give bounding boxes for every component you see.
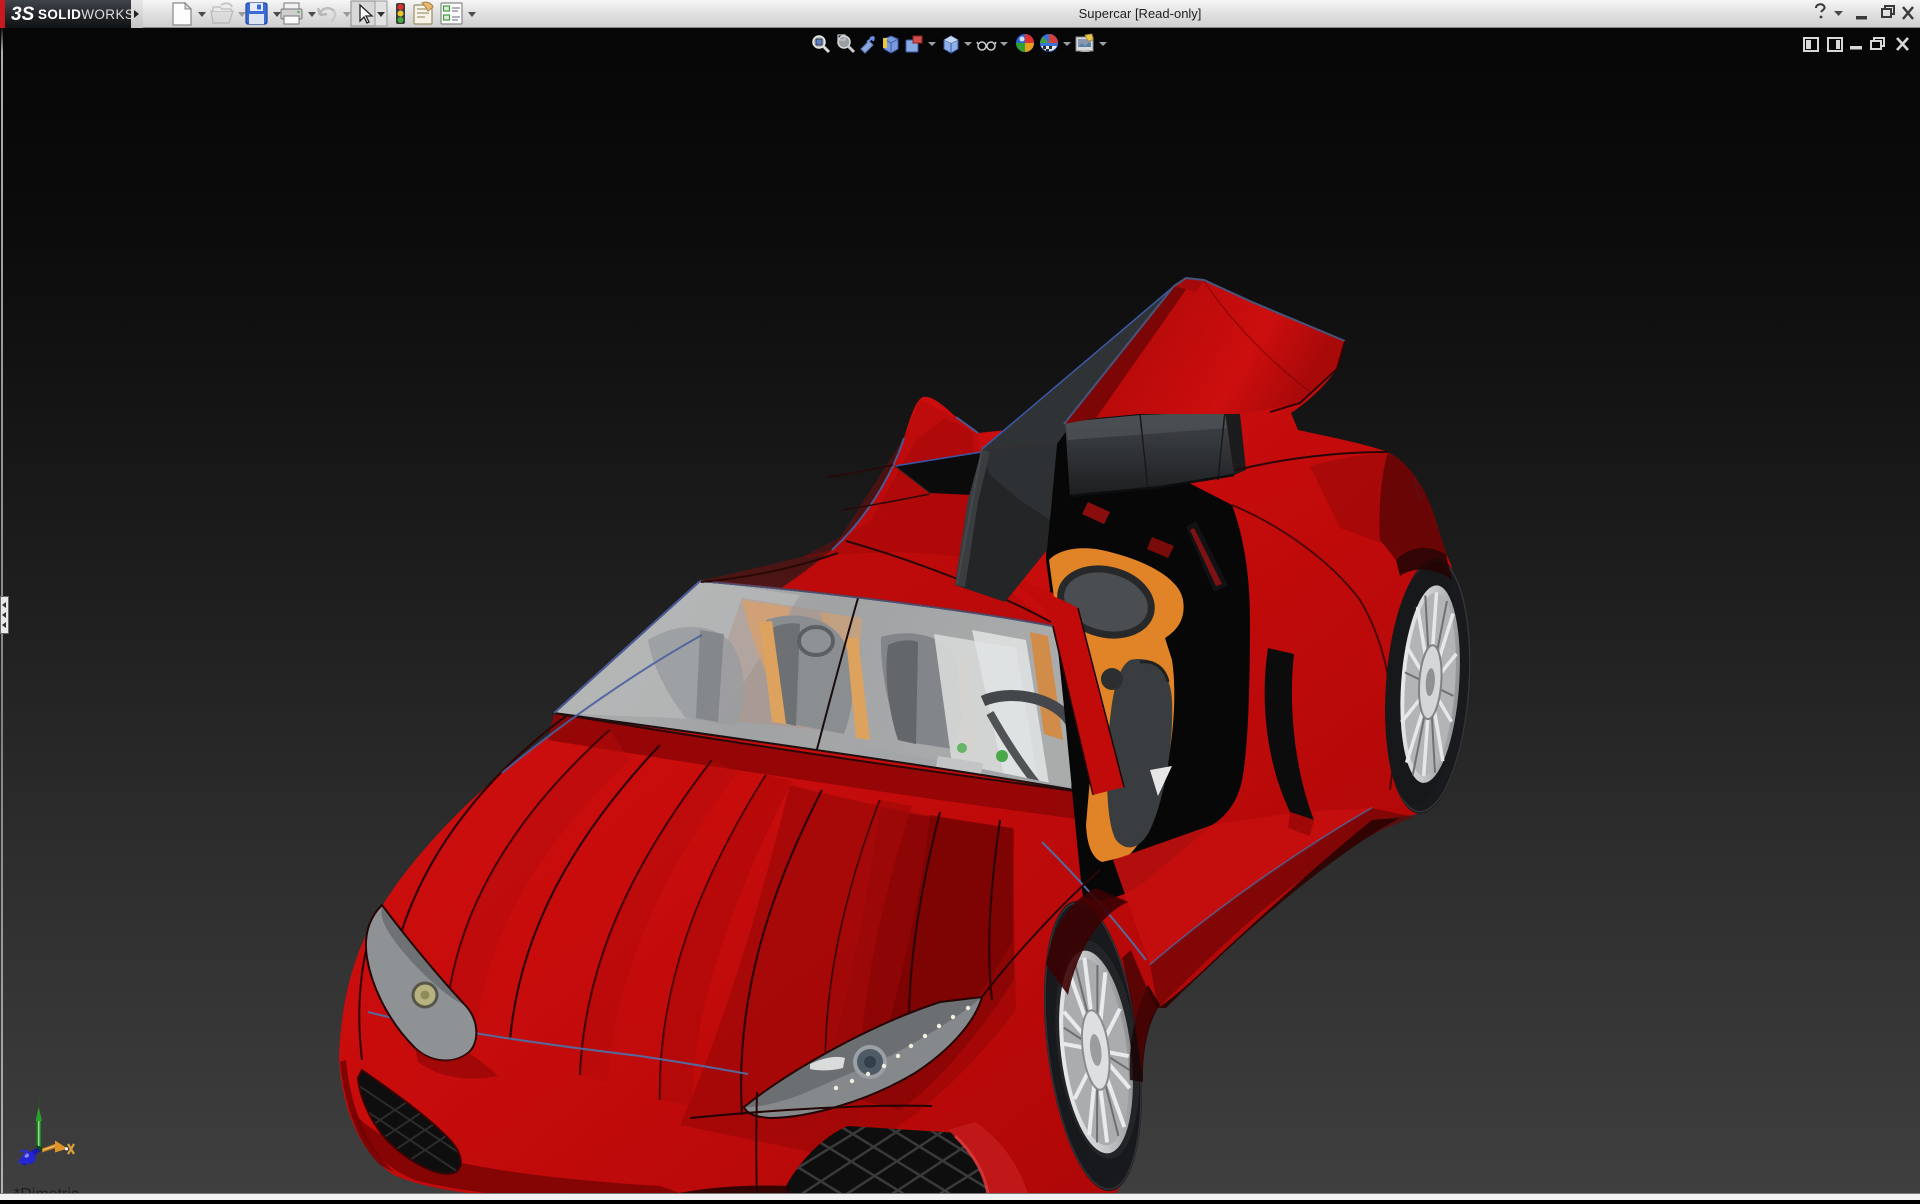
svg-text:SOLIDWORKS: SOLIDWORKS xyxy=(38,7,134,22)
svg-text:3S: 3S xyxy=(11,4,35,25)
